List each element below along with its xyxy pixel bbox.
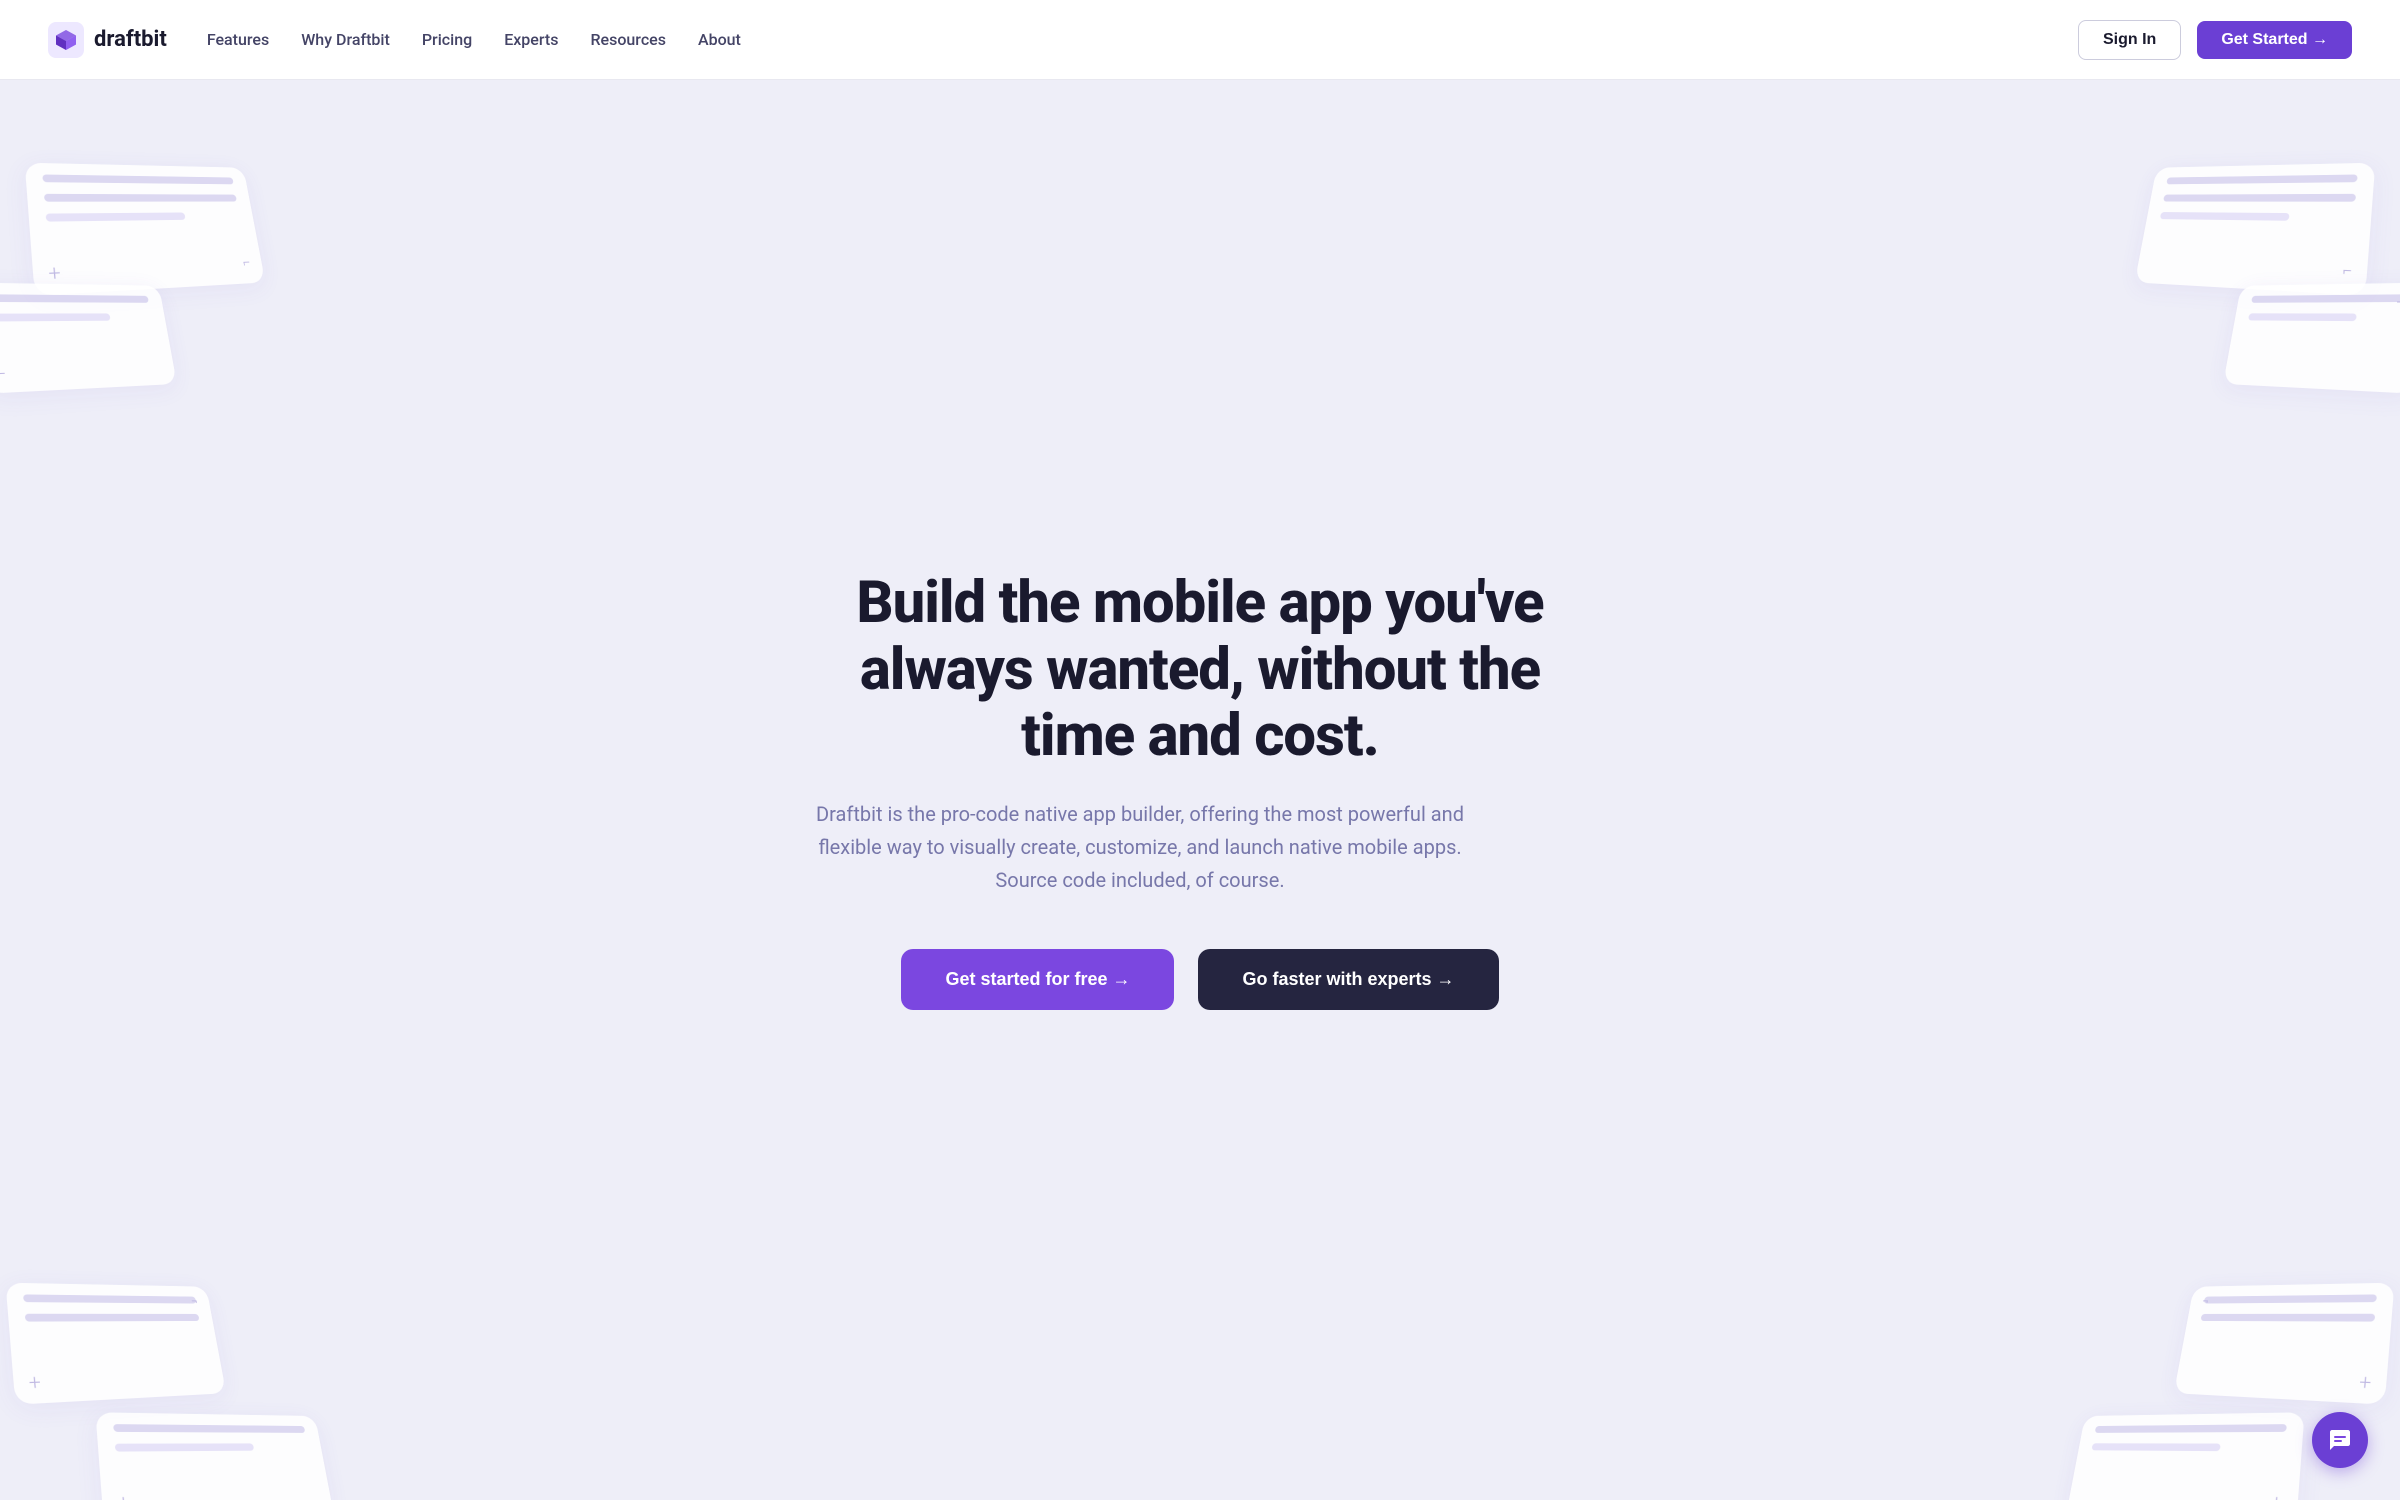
deco-plus-2: +	[28, 1372, 42, 1393]
brand-name: draftbit	[94, 27, 167, 52]
hero-title: Build the mobile app you've always wante…	[800, 570, 1600, 770]
hero-content: Build the mobile app you've always wante…	[800, 570, 1600, 1010]
deco-corner-3: ¬	[190, 1295, 199, 1309]
deco-plus-1: +	[48, 262, 62, 284]
get-started-nav-button[interactable]: Get Started →	[2197, 21, 2352, 59]
deco-card-top-left: + ⌐	[25, 163, 266, 296]
deco-plus-4: +	[2395, 292, 2400, 311]
cta-primary-button[interactable]: Get started for free →	[901, 949, 1174, 1010]
deco-card-top-right: ⌐	[2135, 163, 2376, 296]
deco-corner-2: ⌐	[0, 365, 6, 383]
deco-card-bot-right: + ¬	[2174, 1283, 2395, 1405]
signin-button[interactable]: Sign In	[2078, 20, 2181, 60]
deco-plus-5: +	[2358, 1372, 2372, 1393]
nav-item-pricing[interactable]: Pricing	[422, 30, 472, 49]
deco-card-botbot-right: +	[2066, 1412, 2304, 1500]
deco-card-mid-right: +	[2223, 283, 2400, 394]
chat-icon	[2328, 1428, 2352, 1452]
nav-item-features[interactable]: Features	[207, 30, 269, 49]
cta-secondary-button[interactable]: Go faster with experts →	[1198, 949, 1498, 1010]
deco-card-mid-left: ⌐	[0, 283, 177, 394]
deco-plus-3: +	[117, 1492, 131, 1500]
deco-corner-5: ¬	[2201, 1295, 2210, 1309]
deco-corner-4: ⌐	[2342, 261, 2352, 279]
deco-card-bot-left: + ¬	[5, 1283, 226, 1405]
deco-card-botbot-left: +	[95, 1412, 333, 1500]
nav-links: Features Why Draftbit Pricing Experts Re…	[207, 30, 741, 49]
logo-icon	[48, 22, 84, 58]
navbar-left: draftbit Features Why Draftbit Pricing E…	[48, 22, 741, 58]
nav-item-about[interactable]: About	[698, 30, 741, 49]
logo-link[interactable]: draftbit	[48, 22, 167, 58]
nav-item-why-draftbit[interactable]: Why Draftbit	[301, 30, 390, 49]
hero-section: + ⌐ ⌐ + ¬ + ⌐ + + ¬ +	[0, 80, 2400, 1500]
hero-buttons: Get started for free → Go faster with ex…	[800, 949, 1600, 1010]
navbar: draftbit Features Why Draftbit Pricing E…	[0, 0, 2400, 80]
nav-item-resources[interactable]: Resources	[590, 30, 666, 49]
chat-support-button[interactable]	[2312, 1412, 2368, 1468]
deco-plus-6: +	[2269, 1492, 2283, 1500]
nav-item-experts[interactable]: Experts	[504, 30, 558, 49]
deco-corner-1: ⌐	[242, 254, 252, 270]
hero-subtitle: Draftbit is the pro-code native app buil…	[800, 798, 1480, 897]
navbar-right: Sign In Get Started →	[2078, 20, 2352, 60]
